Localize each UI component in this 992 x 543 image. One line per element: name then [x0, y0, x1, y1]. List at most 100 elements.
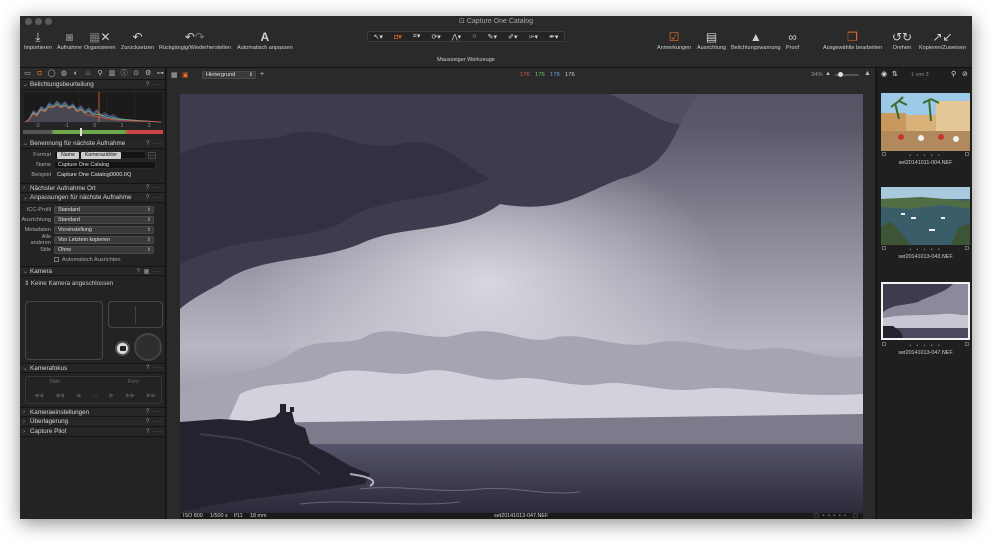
capture-button[interactable]: ◙ Aufnahme [57, 30, 82, 51]
section-controls-icon[interactable]: ? ··· [146, 409, 162, 415]
import-button[interactable]: ⤓ Importieren [24, 30, 52, 51]
reset-button[interactable]: ↶ Zurücksetzen [121, 30, 154, 51]
styles-select[interactable]: Ohne ⇕ [54, 246, 154, 254]
metadata-select[interactable]: Voreinstellung ⇕ [54, 226, 154, 234]
lens-tab-icon[interactable]: ◯ [47, 69, 56, 78]
thumbnail-image[interactable] [881, 187, 970, 245]
focus-far-fast-icon[interactable]: ▶▶ [147, 392, 156, 399]
metadata-tab-icon[interactable]: ⊙ [132, 69, 141, 78]
format-token-counter[interactable]: Kamerazähler [80, 151, 122, 159]
exposure-evaluation-header[interactable]: ⌄ Belichtungsbeurteilung ? ··· [20, 80, 165, 90]
auto-adjust-button[interactable]: A Automatisch anpassen [237, 30, 293, 51]
section-controls-icon[interactable]: ? ··· [146, 195, 162, 201]
zoom-slider-thumb[interactable] [838, 72, 843, 77]
focus-far-icon[interactable]: ▶▶ [126, 392, 135, 399]
color-tab-icon[interactable]: ◍ [59, 69, 68, 78]
capture-pilot-header[interactable]: › Capture Pilot ? ··· [20, 427, 165, 437]
background-select[interactable]: Hintergrund ⇕ [202, 71, 256, 79]
annotate-pen-icon[interactable]: ✒▾ [549, 33, 558, 41]
camera-focus-header[interactable]: ⌄ Kamerafokus ? ··· [20, 363, 165, 373]
color-tag-icon[interactable]: ▢ [853, 513, 858, 519]
undo-redo-button[interactable]: ↶↷ Rückgängig/Wiederherstellen [159, 30, 231, 51]
capture-cursor-icon[interactable]: ◘▾ [394, 33, 402, 41]
focus-near-step-icon[interactable]: ◀ [76, 392, 81, 399]
section-controls-icon[interactable]: ? ··· [146, 185, 162, 191]
section-controls-icon[interactable]: ? ··· [146, 141, 162, 147]
section-controls-icon[interactable]: ? ··· [146, 419, 162, 425]
capture-tab-icon[interactable]: ◘ [35, 69, 44, 78]
adjustments-tab-icon[interactable]: ⓘ [120, 69, 129, 78]
grid-view-icon[interactable]: ▦ [171, 71, 178, 79]
rotate-cursor-icon[interactable]: ⟳▾ [431, 33, 440, 41]
orientation-button[interactable]: ▤ Ausrichtung [697, 30, 726, 51]
viewer: ▦ ▣ Hintergrund ⇕ + 176 176 178 176 34% ▲… [167, 68, 875, 519]
focus-far-step-icon[interactable]: ▶ [110, 392, 115, 399]
proof-button[interactable]: ∞ Proof [786, 30, 799, 51]
sort-icon[interactable]: ⇅ [892, 70, 898, 78]
composition-tab-icon[interactable]: ⌂ [83, 69, 92, 78]
section-controls-icon[interactable]: ? ··· [146, 82, 162, 88]
overlay-header[interactable]: › Überlagerung ? ··· [20, 417, 165, 427]
section-controls-icon[interactable]: ? ▦ ··· [137, 268, 162, 275]
icc-profile-select[interactable]: Standard ⇕ [54, 206, 154, 214]
organize-button[interactable]: ▦✕ Organisieren [84, 30, 116, 51]
focus-near-fast-icon[interactable]: ◀◀ [34, 392, 43, 399]
single-view-icon[interactable]: ▣ [182, 71, 189, 79]
orientation-row: Ausrichtung Standard ⇕ [20, 215, 165, 225]
search-icon[interactable]: ⚲ [951, 70, 956, 78]
live-view-button[interactable] [115, 341, 130, 356]
orientation-select[interactable]: Standard ⇕ [54, 216, 154, 224]
main-toolbar: ⤓ Importieren ◙ Aufnahme ▦✕ Organisieren ↶ Z… [20, 28, 972, 68]
section-controls-icon[interactable]: ? ··· [146, 365, 162, 371]
crop-icon[interactable]: ⌗▾ [413, 32, 420, 41]
naming-header[interactable]: ⌄ Benennung für nächste Aufnahme ? ··· [20, 139, 165, 149]
filter-icon[interactable]: ⊘ [962, 70, 968, 78]
eraser-icon[interactable]: ✑▾ [529, 33, 538, 41]
color-tag-icon[interactable] [965, 152, 969, 156]
rotate-button[interactable]: ↺↻ Drehen [892, 30, 912, 51]
focus-near-icon[interactable]: ◀◀ [55, 392, 64, 399]
thumbnail-image-selected[interactable] [881, 282, 970, 340]
thumbnail-image[interactable] [881, 93, 970, 151]
view-options-icon[interactable]: ◉ [881, 70, 887, 78]
rating-stars[interactable]: • • • • • [881, 343, 970, 349]
format-field[interactable]: Name Kamerazähler [54, 151, 146, 159]
library-tab-icon[interactable]: ▭ [23, 69, 32, 78]
camera-select-icon[interactable]: ⇕ [24, 280, 31, 287]
capture-shutter-button[interactable] [134, 333, 162, 361]
auto-align-row: Automatisch Ausrichten [20, 255, 165, 264]
copy-apply-button[interactable]: ↗↙ Kopieren/Zuweisen [919, 30, 966, 51]
edit-selected-button[interactable]: ❐ Ausgewählte bearbeiten [823, 30, 882, 51]
details-tab-icon[interactable]: ⚲ [95, 69, 104, 78]
color-tag-icon[interactable] [965, 246, 969, 250]
color-tag-icon[interactable] [965, 342, 969, 346]
auto-align-checkbox[interactable] [54, 257, 59, 262]
info-rating-stars[interactable]: ▢ • • • • • [814, 513, 847, 519]
section-controls-icon[interactable]: ? ··· [146, 429, 162, 435]
exposure-warning-button[interactable]: ▲ Belichtungswarnung [731, 30, 781, 51]
spot-removal-icon[interactable]: ○ [472, 33, 476, 40]
batch-tab-icon[interactable]: ⊶ [156, 69, 165, 78]
all-others-select[interactable]: Von Letztem kopieren ⇕ [54, 236, 154, 244]
adjustments-header[interactable]: ⌄ Anpassungen für nächste Aufnahme ? ··· [20, 193, 165, 203]
local-adjustments-tab-icon[interactable]: ▥ [108, 69, 117, 78]
annotations-button[interactable]: ☑ Anmerkungen [657, 30, 691, 51]
format-more-button[interactable]: … [148, 151, 156, 159]
rating-stars[interactable]: • • • • • [881, 247, 970, 253]
zoom-slider[interactable] [835, 72, 859, 77]
format-token-name[interactable]: Name [57, 151, 79, 159]
camera-settings-header[interactable]: › Kameraeinstellungen ? ··· [20, 407, 165, 417]
focus-autofocus-icon[interactable]: ▭ [92, 392, 98, 399]
output-tab-icon[interactable]: ⚙ [144, 69, 153, 78]
picker-icon[interactable]: ✎▾ [488, 33, 497, 41]
add-overlay-icon[interactable]: + [260, 71, 264, 78]
exposure-tab-icon[interactable]: ◐ [71, 69, 80, 78]
keystone-icon[interactable]: ⋀▾ [452, 33, 461, 41]
pan-cursor-icon[interactable]: ↖▾ [374, 33, 383, 41]
next-capture-location-header[interactable]: › Nächster Aufnahme Ort ? ··· [20, 183, 165, 193]
rating-stars[interactable]: • • • • • [881, 153, 970, 159]
name-field[interactable]: Capture One Catalog [54, 161, 156, 169]
camera-header[interactable]: ⌄ Kamera ? ▦ ··· [20, 266, 165, 276]
thumbnail-bay [881, 187, 970, 245]
brush-icon[interactable]: ✐▾ [508, 33, 517, 41]
